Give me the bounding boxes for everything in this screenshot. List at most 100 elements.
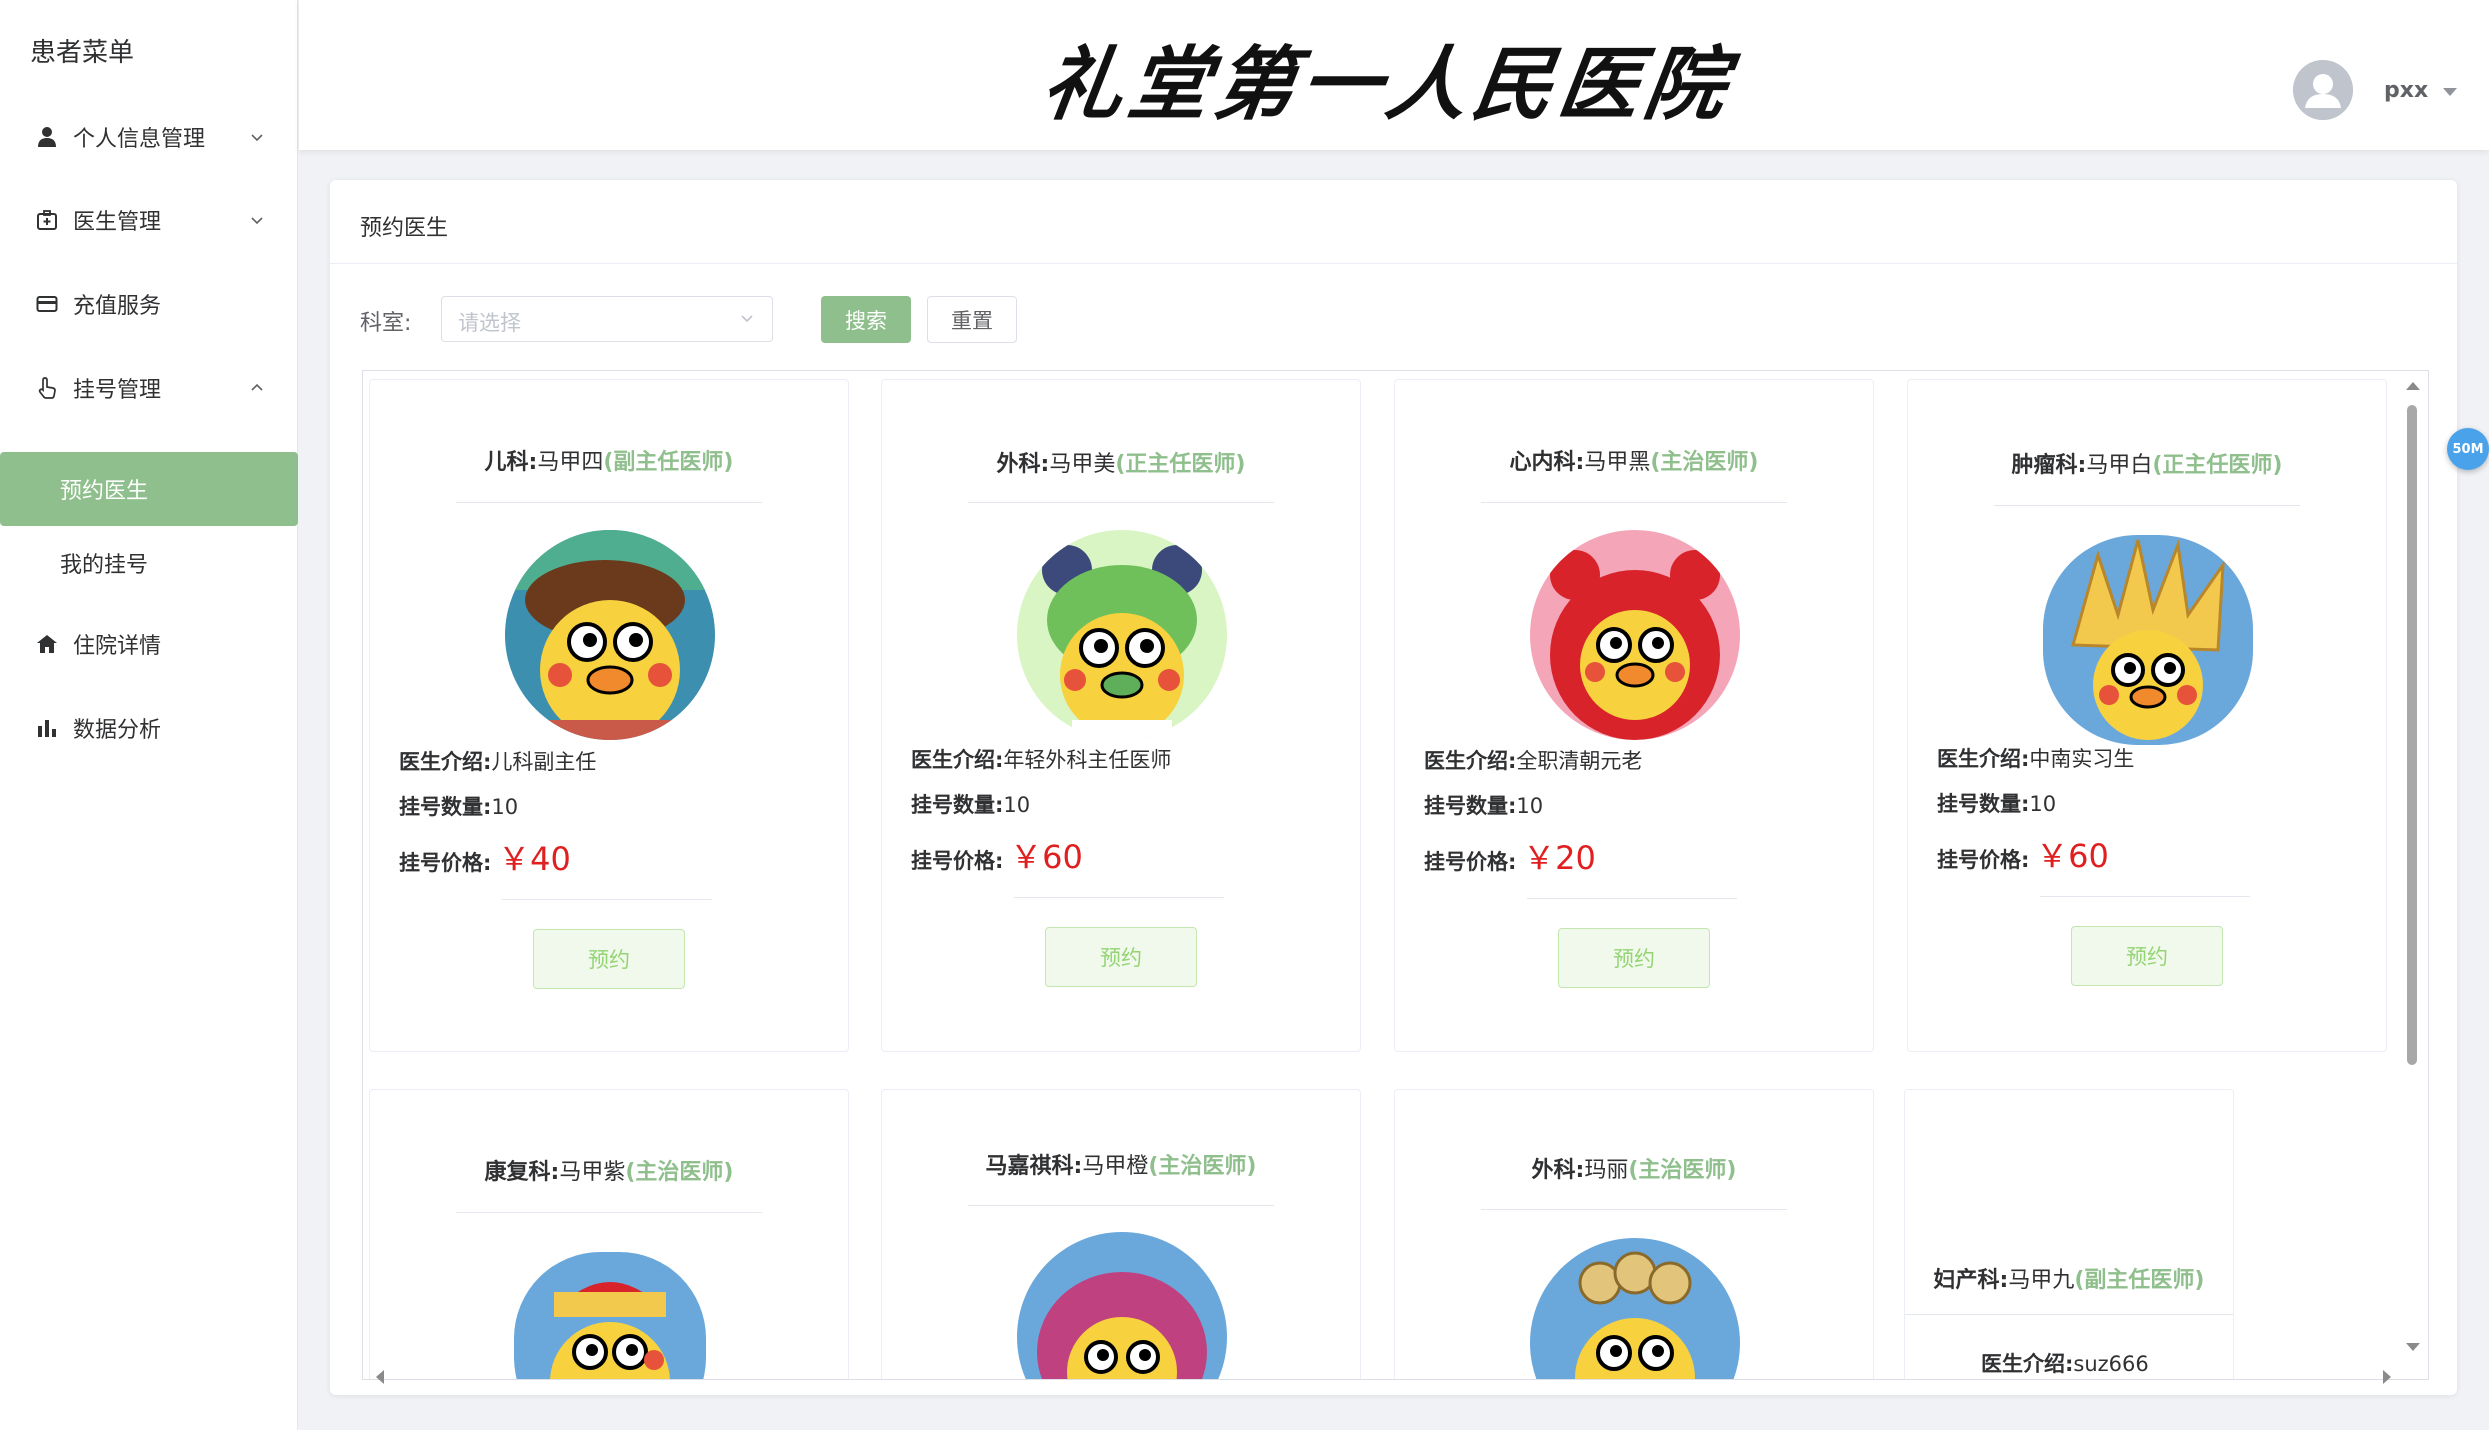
menu-item-data-analysis[interactable]: 数据分析 <box>0 693 298 763</box>
doctor-photo <box>514 1252 706 1379</box>
sub-item-label: 预约医生 <box>60 479 149 504</box>
currency-symbol: ￥ <box>498 840 531 878</box>
doctor-card-list[interactable]: 儿科:马甲四(副主任医师) 医生介绍:儿科副主任 挂号数量:10 挂号价格: ￥… <box>362 370 2429 1380</box>
doctor-count: 挂号数量:10 <box>1937 788 2056 818</box>
doctor-title: 外科:玛丽(主治医师) <box>1395 1152 1873 1184</box>
price-key: 挂号价格: <box>1937 848 2030 872</box>
intro-key: 医生介绍: <box>1424 749 1517 773</box>
user-avatar-icon <box>2293 60 2353 120</box>
intro-value: suz666 <box>2073 1352 2149 1376</box>
divider <box>1905 1314 2233 1315</box>
menu-item-doctor-management[interactable]: 医生管理 <box>0 185 298 255</box>
doctor-rank: (副主任医师) <box>603 450 734 475</box>
count-key: 挂号数量: <box>1937 792 2030 816</box>
doctor-name: 玛丽 <box>1584 1158 1629 1183</box>
intro-key: 医生介绍: <box>911 748 1004 772</box>
home-icon <box>36 633 58 655</box>
department-filter-label: 科室: <box>360 311 412 336</box>
reset-button[interactable]: 重置 <box>927 296 1017 343</box>
card-header: 预约医生 <box>330 180 2457 264</box>
user-icon <box>36 126 58 148</box>
doctor-title: 马嘉祺科:马甲橙(主治医师) <box>882 1148 1360 1180</box>
price-key: 挂号价格: <box>1424 850 1517 874</box>
divider <box>502 899 712 900</box>
hand-pointer-icon <box>36 377 58 399</box>
search-button[interactable]: 搜索 <box>821 296 911 343</box>
doctor-card: 马嘉祺科:马甲橙(主治医师) <box>881 1089 1361 1379</box>
menu-item-hospitalization[interactable]: 住院详情 <box>0 609 298 679</box>
doctor-rank: (主治医师) <box>1650 450 1759 475</box>
doctor-department: 外科: <box>996 452 1050 477</box>
scroll-left-arrow-icon[interactable] <box>376 1370 384 1384</box>
doctor-card: 康复科:马甲紫(主治医师) <box>369 1089 849 1379</box>
count-value: 10 <box>2029 792 2057 816</box>
username[interactable]: pxx <box>2384 78 2428 103</box>
doctor-card: 外科:马甲美(正主任医师) 医生介绍:年轻外科主任医师 挂号数量:10 挂号价格… <box>881 379 1361 1052</box>
intro-value: 全职清朝元老 <box>1516 749 1643 773</box>
doctor-department: 肿瘤科: <box>2011 453 2087 478</box>
doctor-rank: (正主任医师) <box>2152 453 2283 478</box>
duck-curly-hair-avatar-icon <box>1530 1238 1740 1379</box>
currency-symbol: ￥ <box>1010 838 1043 876</box>
currency-symbol: ￥ <box>2036 837 2069 875</box>
divider <box>456 502 762 503</box>
book-button[interactable]: 预约 <box>2071 926 2223 986</box>
bar-chart-icon <box>36 717 58 739</box>
doctor-department: 心内科: <box>1509 450 1585 475</box>
divider <box>1481 1209 1787 1210</box>
doctor-intro: 医生介绍:中南实习生 <box>1937 743 2134 773</box>
divider <box>968 502 1274 503</box>
menu-label: 充值服务 <box>73 294 162 319</box>
sidebar-item-my-registrations[interactable]: 我的挂号 <box>0 526 298 600</box>
doctor-rank: (主治医师) <box>1148 1154 1257 1179</box>
doctor-card: 妇产科:马甲九(副主任医师) 医生介绍:suz666 <box>1904 1089 2234 1379</box>
doctor-department: 马嘉祺科: <box>985 1154 1083 1179</box>
chevron-down-icon <box>251 134 263 142</box>
avatar[interactable] <box>2293 60 2353 120</box>
sub-item-label: 我的挂号 <box>60 553 149 578</box>
divider <box>2040 896 2250 897</box>
duck-hat-avatar-icon <box>505 530 715 740</box>
book-button[interactable]: 预约 <box>533 929 685 989</box>
sidebar-item-book-doctor[interactable]: 预约医生 <box>0 452 298 526</box>
menu-item-registration[interactable]: 挂号管理 <box>0 353 298 423</box>
sidebar: 患者菜单 个人信息管理 医生管理 充值服务 挂号管理 预约医生 我的挂号 住院详… <box>0 0 298 1430</box>
doctor-name: 马甲美 <box>1049 452 1116 477</box>
chevron-up-icon <box>251 383 263 391</box>
vertical-scrollbar[interactable] <box>2407 405 2417 1065</box>
doctor-title: 肿瘤科:马甲白(正主任医师) <box>1908 447 2386 479</box>
doctor-photo <box>1017 1232 1227 1379</box>
main-card: 预约医生 科室: 请选择 搜索 重置 儿科:马甲四(副主任医师) 医生介绍:儿科… <box>330 180 2457 1395</box>
count-key: 挂号数量: <box>911 793 1004 817</box>
doctor-name: 马甲紫 <box>559 1160 626 1185</box>
duck-purple-hair-avatar-icon <box>1017 1232 1227 1379</box>
duck-spiky-hair-avatar-icon <box>2043 535 2253 745</box>
doctor-price: 挂号价格: ￥60 <box>1937 831 2109 877</box>
menu-label: 挂号管理 <box>73 378 162 403</box>
doctor-name: 马甲黑 <box>1584 450 1651 475</box>
scroll-right-arrow-icon[interactable] <box>2383 1370 2391 1384</box>
menu-item-personal-info[interactable]: 个人信息管理 <box>0 102 298 172</box>
doctor-title: 外科:马甲美(正主任医师) <box>882 446 1360 478</box>
doctor-count: 挂号数量:10 <box>399 791 518 821</box>
doctor-photo <box>1530 530 1740 740</box>
doctor-card: 心内科:马甲黑(主治医师) 医生介绍:全职清朝元老 挂号数量:10 挂号价格: … <box>1394 379 1874 1052</box>
chevron-down-icon <box>251 217 263 225</box>
divider <box>968 1205 1274 1206</box>
doctor-photo <box>505 530 715 740</box>
menu-label: 个人信息管理 <box>73 127 206 152</box>
menu-item-recharge[interactable]: 充值服务 <box>0 269 298 339</box>
scroll-down-arrow-icon[interactable] <box>2406 1343 2420 1351</box>
caret-down-icon[interactable] <box>2443 88 2457 96</box>
price-value: 20 <box>1555 839 1596 877</box>
doctor-photo <box>1530 1238 1740 1379</box>
floating-badge[interactable]: 50M <box>2447 428 2489 470</box>
scroll-up-arrow-icon[interactable] <box>2406 382 2420 390</box>
count-key: 挂号数量: <box>1424 794 1517 818</box>
sidebar-title: 患者菜单 <box>30 38 135 68</box>
book-button[interactable]: 预约 <box>1558 928 1710 988</box>
price-key: 挂号价格: <box>399 851 492 875</box>
price-value: 40 <box>530 840 571 878</box>
department-select[interactable]: 请选择 <box>441 296 773 342</box>
book-button[interactable]: 预约 <box>1045 927 1197 987</box>
